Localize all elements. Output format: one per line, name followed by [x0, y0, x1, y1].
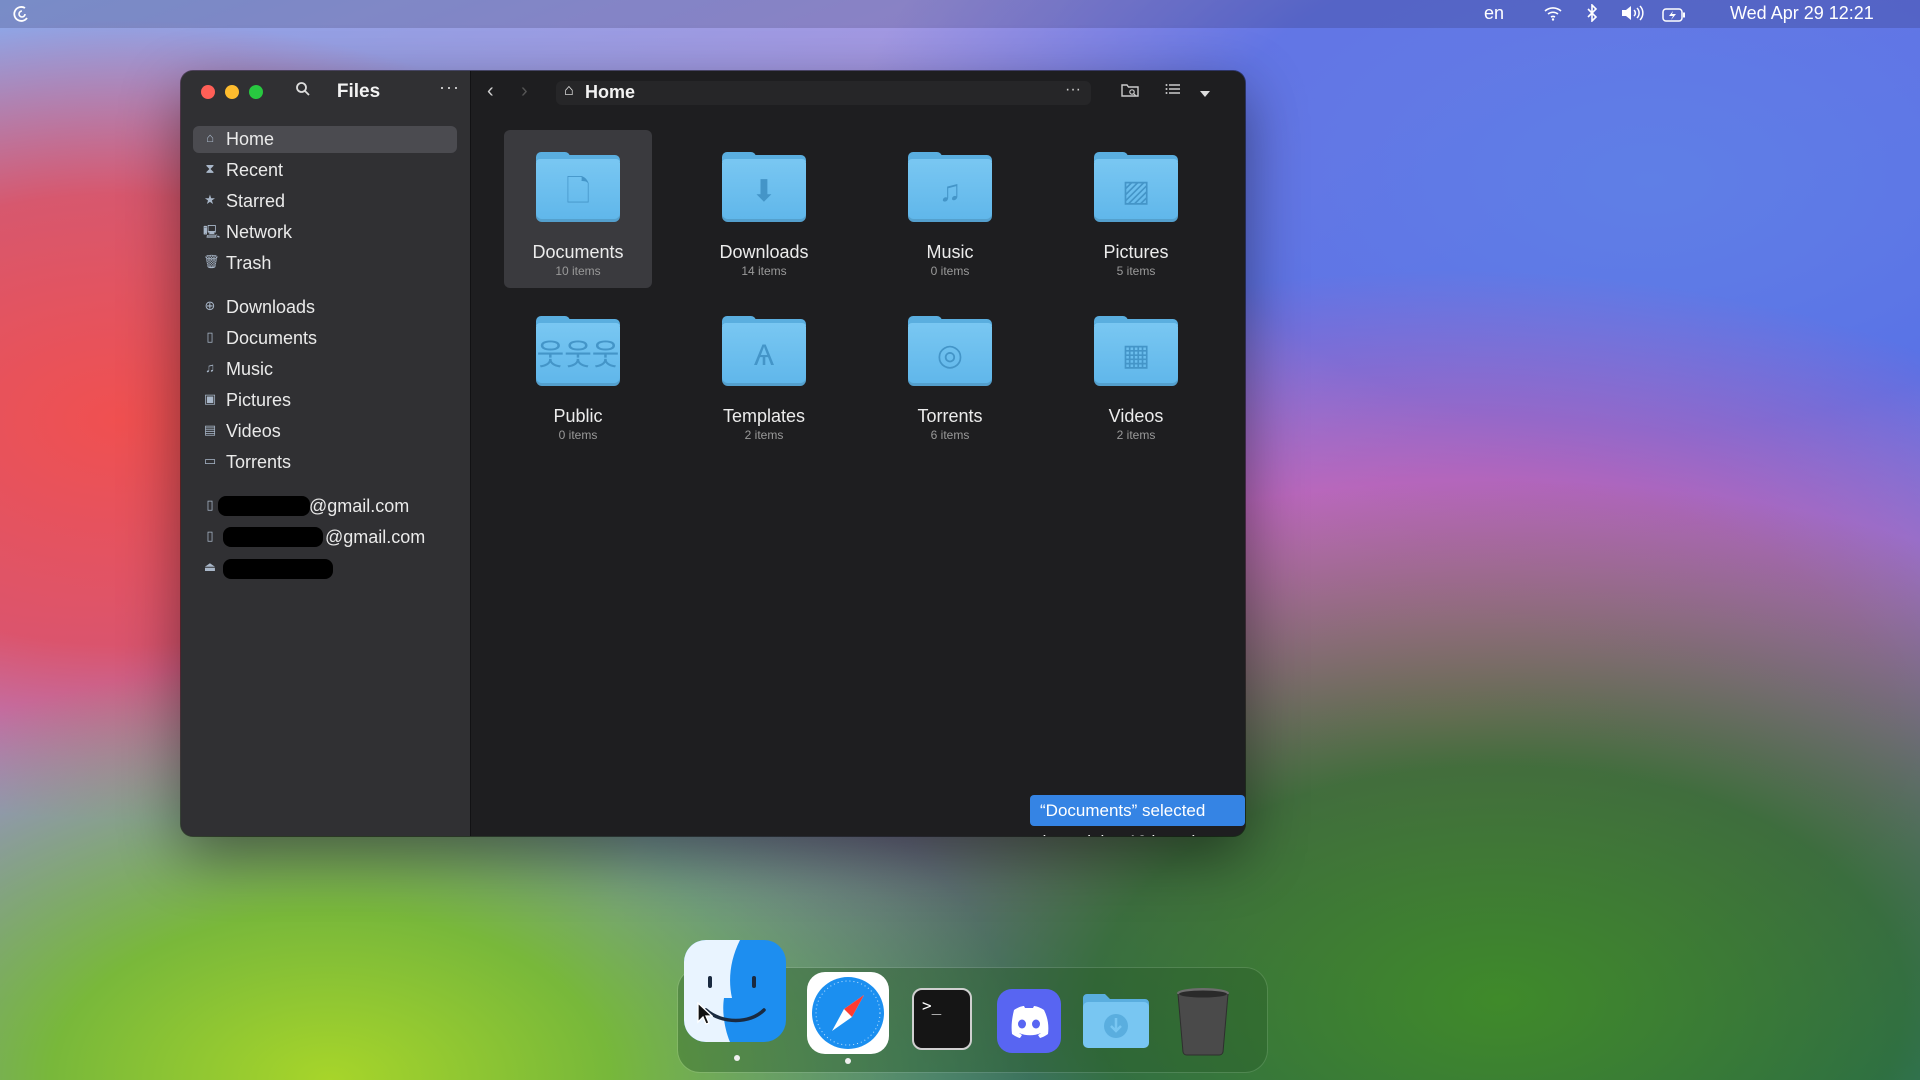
sidebar-item-documents[interactable]: ▯ Documents — [193, 325, 457, 352]
dock: >_ — [678, 940, 1267, 1072]
view-options-dropdown-icon[interactable] — [1199, 85, 1211, 103]
folder-icon: 웃웃웃 — [536, 316, 620, 386]
selection-status: “Documents” selected (containing 10 item… — [1030, 795, 1245, 836]
star-icon: ★ — [204, 192, 216, 207]
home-icon: ⌂ — [206, 130, 214, 145]
running-indicator — [734, 1055, 740, 1061]
folder-icon: ◎ — [908, 316, 992, 386]
top-bar: en Wed Apr 29 12:21 — [0, 0, 1920, 28]
window-title: Files — [336, 81, 381, 102]
folder-icon: ♫ — [908, 152, 992, 222]
folder-icon: ▦ — [1094, 316, 1178, 386]
files-window: Files ··· ⌂ Home ⧗ Recent ★ Starred 🖳 Ne… — [181, 71, 1245, 836]
redaction — [223, 527, 323, 547]
dock-safari[interactable] — [806, 971, 890, 1060]
sidebar-item-recent[interactable]: ⧗ Recent — [193, 157, 457, 184]
sidebar-item-home[interactable]: ⌂ Home — [193, 126, 457, 153]
template-icon: Ѧ — [753, 339, 775, 372]
folder-item-downloads[interactable]: ⬇ Downloads 14 items — [690, 130, 838, 288]
forward-button[interactable]: › — [521, 80, 528, 103]
redaction — [218, 496, 310, 516]
clock[interactable]: Wed Apr 29 12:21 — [1730, 3, 1874, 24]
language-indicator[interactable]: en — [1484, 3, 1504, 24]
picture-icon: ▣ — [203, 391, 217, 406]
music-icon: ♫ — [205, 360, 215, 375]
document-icon: 🗋 — [565, 175, 591, 208]
sidebar-item-account-2[interactable]: ▯ @gmail.com — [193, 524, 457, 551]
trash-icon: 🗑 — [203, 254, 220, 269]
dock-discord[interactable] — [996, 988, 1062, 1059]
wifi-icon[interactable] — [1543, 5, 1563, 26]
dock-downloads[interactable] — [1081, 992, 1151, 1055]
toolbar: ‹ › ⌂ Home ··· — [471, 71, 1245, 113]
list-view-icon[interactable] — [1165, 82, 1181, 101]
sidebar-item-network[interactable]: 🖳 Network — [193, 219, 457, 246]
terminal-icon: >_ — [912, 988, 972, 1050]
folder-item-torrents[interactable]: ◎ Torrents 6 items — [876, 294, 1024, 452]
file-view: ‹ › ⌂ Home ··· 🗋 Documents 10 items ⬇ Do… — [471, 71, 1245, 836]
redaction — [223, 559, 333, 579]
sidebar-item-videos[interactable]: ▤ Videos — [193, 418, 457, 445]
downloads-folder-icon — [1083, 994, 1149, 1048]
mouse-cursor-icon — [697, 1002, 713, 1025]
folder-icon: ▨ — [1094, 152, 1178, 222]
new-folder-search-icon[interactable] — [1121, 82, 1139, 103]
folder-item-templates[interactable]: Ѧ Templates 2 items — [690, 294, 838, 452]
network-icon: 🖳 — [203, 224, 221, 239]
video-icon: ▦ — [1121, 339, 1151, 372]
phone-icon: ▯ — [206, 528, 214, 543]
bluetooth-icon[interactable] — [1586, 3, 1598, 27]
path-current[interactable]: Home — [585, 82, 635, 103]
folder-icon: Ѧ — [722, 316, 806, 386]
safari-icon — [807, 972, 889, 1054]
discord-icon — [997, 989, 1061, 1053]
torrent-icon: ◎ — [936, 339, 964, 372]
download-icon: ⊕ — [204, 298, 216, 313]
sidebar-header: Files ··· — [181, 71, 470, 113]
folder-item-public[interactable]: 웃웃웃 Public 0 items — [504, 294, 652, 452]
folder-icon: ⬇ — [722, 152, 806, 222]
running-indicator — [845, 1058, 851, 1064]
battery-charging-icon[interactable] — [1662, 6, 1686, 27]
folder-icon: 🗋 — [536, 152, 620, 222]
document-icon: ▯ — [206, 329, 214, 344]
folder-item-videos[interactable]: ▦ Videos 2 items — [1062, 294, 1210, 452]
people-icon: 웃웃웃 — [536, 339, 620, 372]
sidebar: Files ··· ⌂ Home ⧗ Recent ★ Starred 🖳 Ne… — [181, 71, 471, 836]
folder-item-music[interactable]: ♫ Music 0 items — [876, 130, 1024, 288]
dock-finder[interactable] — [682, 938, 788, 1049]
video-icon: ▤ — [203, 422, 217, 437]
download-icon: ⬇ — [751, 175, 777, 208]
drive-icon: ⏏ — [203, 559, 217, 574]
sidebar-item-pictures[interactable]: ▣ Pictures — [193, 387, 457, 414]
volume-icon[interactable] — [1621, 5, 1645, 26]
sidebar-item-trash[interactable]: 🗑 Trash — [193, 250, 457, 277]
finder-icon — [684, 940, 786, 1042]
sidebar-item-downloads[interactable]: ⊕ Downloads — [193, 294, 457, 321]
path-menu-button[interactable]: ··· — [1065, 81, 1081, 99]
sidebar-item-music[interactable]: ♫ Music — [193, 356, 457, 383]
dock-terminal[interactable]: >_ — [912, 988, 972, 1050]
clock-icon: ⧗ — [205, 161, 215, 176]
main-menu-button[interactable]: ··· — [439, 77, 460, 98]
folder-item-pictures[interactable]: ▨ Pictures 5 items — [1062, 130, 1210, 288]
folder-item-documents[interactable]: 🗋 Documents 10 items — [504, 130, 652, 288]
dock-trash[interactable] — [1173, 986, 1233, 1061]
phone-icon: ▯ — [206, 497, 214, 512]
sidebar-item-account-1[interactable]: ▯ @gmail.com — [193, 493, 457, 520]
back-button[interactable]: ‹ — [487, 80, 494, 103]
folder-icon: ▭ — [203, 453, 217, 468]
debian-swirl-icon[interactable] — [12, 4, 32, 29]
home-icon: ⌂ — [564, 82, 574, 99]
sidebar-item-starred[interactable]: ★ Starred — [193, 188, 457, 215]
picture-icon: ▨ — [1121, 175, 1151, 208]
sidebar-item-torrents[interactable]: ▭ Torrents — [193, 449, 457, 476]
path-bar[interactable]: ⌂ Home ··· — [556, 81, 1091, 105]
sidebar-item-drive[interactable]: ⏏ — [193, 555, 457, 582]
music-icon: ♫ — [938, 175, 962, 208]
trash-can-icon — [1177, 988, 1229, 1056]
